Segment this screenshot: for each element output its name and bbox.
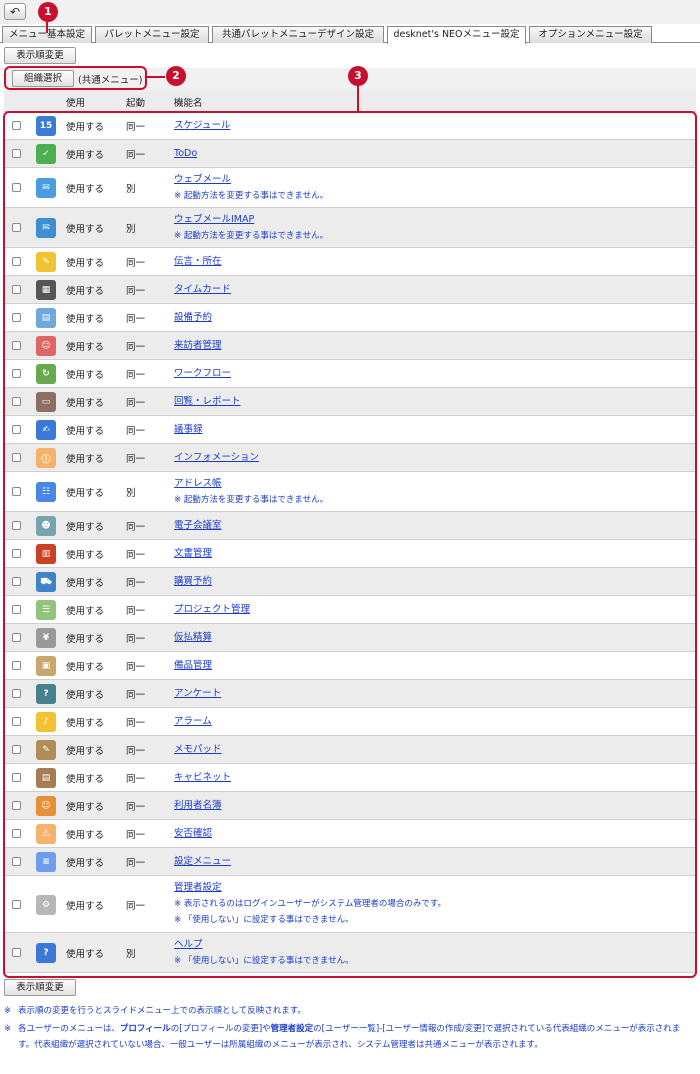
settings-tabs: メニュー基本設定 パレットメニュー設定 共通パレットメニューデザイン設定 des… xyxy=(0,24,700,44)
footnote-mark: ※ xyxy=(4,1024,12,1034)
tab-common-palette-design[interactable]: 共通パレットメニューデザイン設定 xyxy=(212,26,384,43)
tab-neo-menu[interactable]: desknet's NEOメニュー設定 xyxy=(387,26,526,44)
tab-option-menu[interactable]: オプションメニュー設定 xyxy=(529,26,652,43)
callout-badge-3: 3 xyxy=(348,66,368,86)
footnote-text: 各ユーザーのメニューは、 xyxy=(18,1024,120,1034)
footnote-1: ※ 表示順の変更を行うとスライドメニュー上での表示順として反映されます。 xyxy=(4,1003,696,1019)
profile-keyword: プロフィール xyxy=(119,1024,171,1034)
footnote-text: の[プロフィールの変更]や xyxy=(170,1024,271,1034)
tab-palette-menu[interactable]: パレットメニュー設定 xyxy=(95,26,209,43)
callout-line-2 xyxy=(147,76,165,78)
callout-line-3 xyxy=(357,86,359,112)
footnote-2: ※ 各ユーザーのメニューは、プロフィールの[プロフィールの変更]や管理者設定の[… xyxy=(4,1021,696,1053)
footnote-text: 表示順の変更を行うとスライドメニュー上での表示順として反映されます。 xyxy=(18,1006,306,1016)
back-arrow-icon: ↶ xyxy=(9,4,21,19)
admin-settings-keyword: 管理者設定 xyxy=(270,1024,314,1034)
footnotes: ※ 表示順の変更を行うとスライドメニュー上での表示順として反映されます。 ※ 各… xyxy=(4,1003,696,1053)
top-toolbar: ↶ xyxy=(0,0,700,24)
callout-badge-1: 1 xyxy=(38,2,58,22)
callout-line-1 xyxy=(46,22,48,33)
callout-box-3 xyxy=(3,111,697,978)
back-button[interactable]: ↶ xyxy=(4,3,26,20)
callout-badge-2: 2 xyxy=(166,66,186,86)
table-header: 使用 起動 機能名 xyxy=(4,90,696,112)
header-name: 機能名 xyxy=(174,98,203,109)
header-boot: 起動 xyxy=(126,98,146,109)
footnote-mark: ※ xyxy=(4,1006,12,1016)
reorder-button-bottom[interactable]: 表示順変更 xyxy=(4,979,76,996)
reorder-button-top[interactable]: 表示順変更 xyxy=(4,47,76,64)
callout-box-2 xyxy=(4,66,147,90)
header-use: 使用 xyxy=(66,98,86,109)
